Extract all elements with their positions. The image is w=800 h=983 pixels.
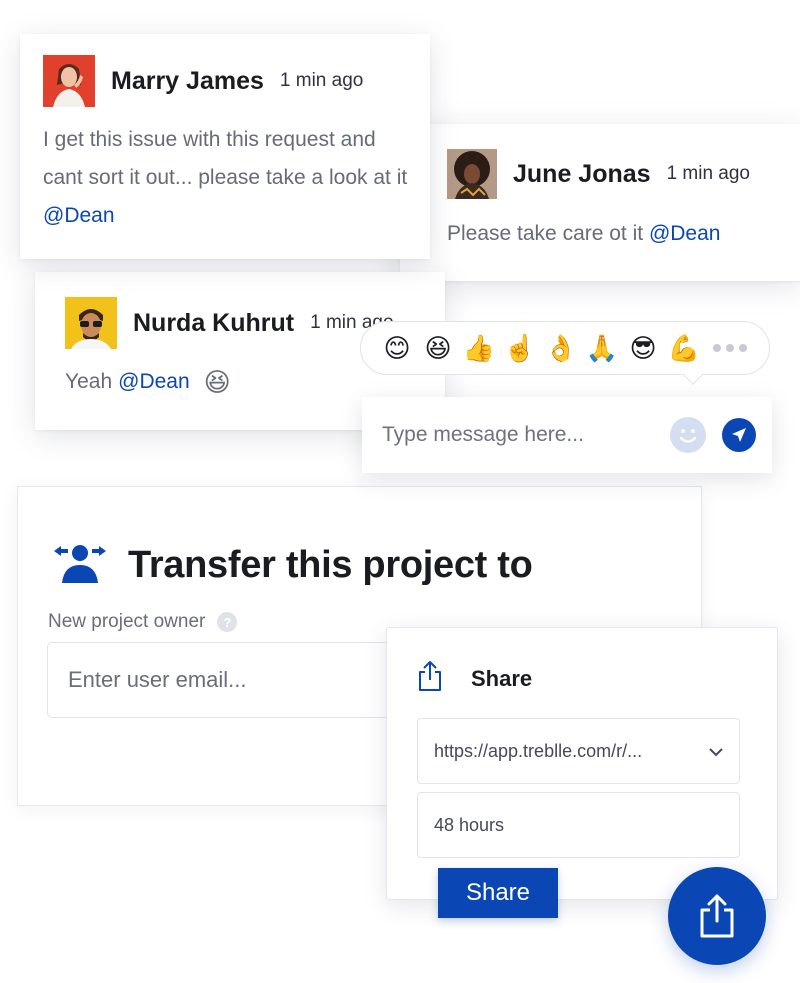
- transfer-user-icon: [52, 541, 108, 590]
- avatar[interactable]: [65, 297, 117, 349]
- share-duration-field[interactable]: 48 hours: [417, 792, 740, 858]
- comment-header: June Jonas 1 min ago: [447, 149, 800, 199]
- comment-timestamp: 1 min ago: [279, 70, 364, 91]
- share-card: Share https://app.treblle.com/r/... 48 h…: [386, 627, 778, 900]
- folded-hands-emoji-button[interactable]: 🙏: [584, 330, 620, 366]
- help-icon[interactable]: ?: [217, 612, 238, 632]
- comment-message: I get this issue with this request and c…: [43, 128, 408, 189]
- share-icon: [417, 660, 443, 697]
- share-link-value: https://app.treblle.com/r/...: [434, 740, 643, 761]
- ok-hand-emoji-button[interactable]: 👌: [543, 330, 579, 366]
- message-composer: [362, 397, 772, 473]
- comment-header: Marry James 1 min ago: [43, 55, 430, 107]
- share-upload-icon: [700, 894, 734, 938]
- emoji-picker-icon[interactable]: [670, 417, 706, 453]
- transfer-header: Transfer this project to: [52, 541, 533, 590]
- comment-author[interactable]: Marry James: [111, 67, 264, 96]
- share-header: Share: [417, 660, 532, 697]
- sunglasses-emoji-button[interactable]: 😎: [625, 330, 661, 366]
- comment-message: Yeah: [65, 370, 113, 393]
- flexed-biceps-emoji-button[interactable]: 💪: [666, 330, 702, 366]
- index-up-emoji-button[interactable]: ☝️: [502, 330, 538, 366]
- transfer-title: Transfer this project to: [128, 544, 533, 586]
- comment-text: I get this issue with this request and c…: [43, 121, 418, 235]
- avatar-portrait-icon: [43, 55, 95, 107]
- share-duration-value: 48 hours: [434, 814, 505, 835]
- comment-author[interactable]: Nurda Kuhrut: [133, 309, 294, 338]
- avatar-portrait-icon: [447, 149, 497, 199]
- share-button[interactable]: Share: [438, 868, 558, 918]
- comment-message: Please take care ot it: [447, 222, 644, 245]
- comment-card-marry-james: Marry James 1 min ago I get this issue w…: [20, 34, 430, 259]
- avatar-portrait-icon: [65, 297, 117, 349]
- share-link-select[interactable]: https://app.treblle.com/r/...: [417, 718, 740, 784]
- comment-card-june-jonas: June Jonas 1 min ago Please take care ot…: [400, 124, 800, 281]
- mention-link[interactable]: @Dean: [43, 204, 115, 227]
- avatar[interactable]: [43, 55, 95, 107]
- smiling-emoji-button[interactable]: 😊: [379, 330, 415, 366]
- share-fab[interactable]: [668, 867, 766, 965]
- thumbs-up-emoji-button[interactable]: 👍: [461, 330, 497, 366]
- send-icon[interactable]: [722, 418, 756, 452]
- share-title: Share: [471, 665, 533, 691]
- mention-link[interactable]: @Dean: [649, 222, 721, 245]
- message-input[interactable]: [382, 423, 670, 447]
- comment-timestamp: 1 min ago: [666, 163, 751, 184]
- comment-text: Please take care ot it @Dean: [447, 215, 800, 253]
- avatar[interactable]: [447, 149, 497, 199]
- laughing-emoji: 😆: [203, 367, 231, 397]
- owner-label-row: New project owner ?: [48, 611, 238, 633]
- emoji-reaction-bar: 😊 😆 👍 ☝️ 👌 🙏 😎 💪: [360, 321, 770, 375]
- more-emojis-icon[interactable]: [713, 344, 747, 352]
- new-owner-label: New project owner: [48, 611, 206, 632]
- chevron-down-icon: [709, 741, 723, 762]
- laughing-emoji-button[interactable]: 😆: [420, 330, 456, 366]
- comment-author[interactable]: June Jonas: [513, 160, 651, 189]
- mention-link[interactable]: @Dean: [118, 363, 190, 401]
